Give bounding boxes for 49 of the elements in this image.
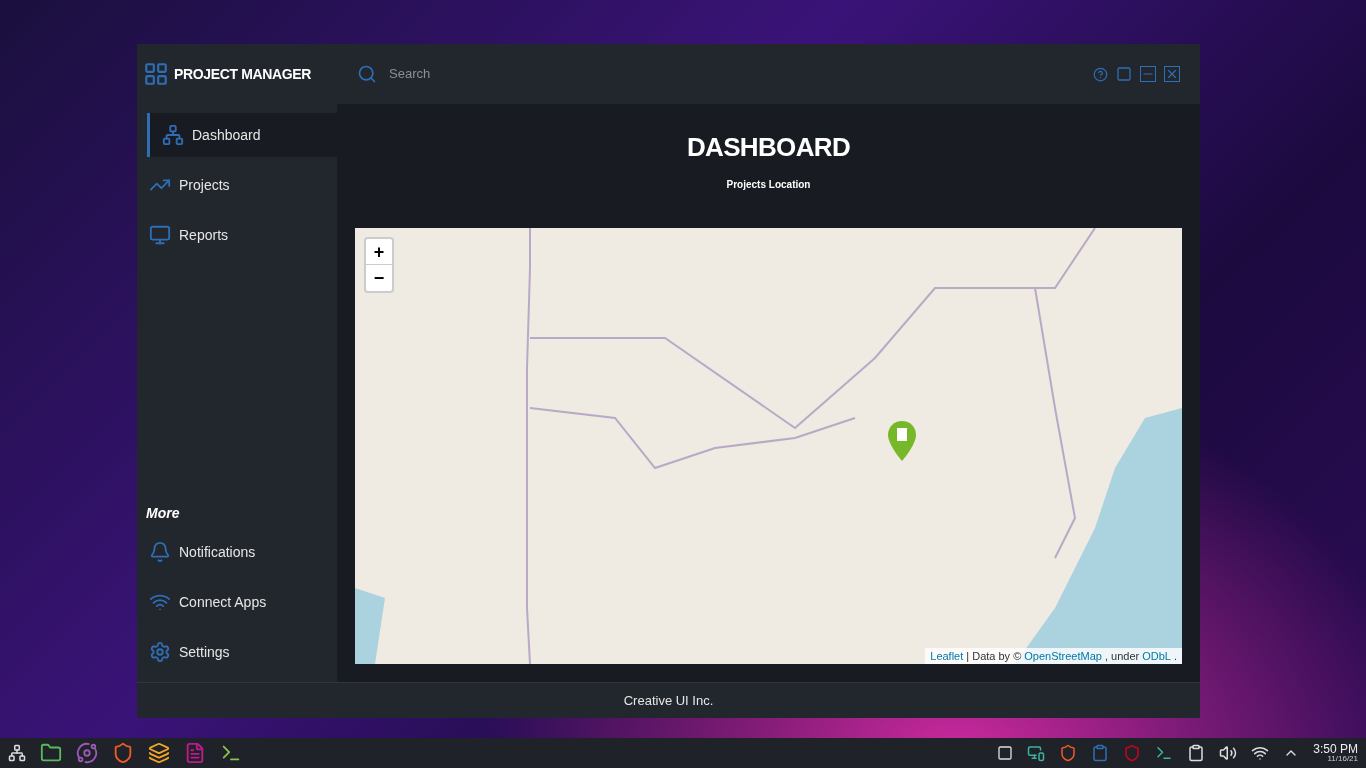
attribution-text: , under bbox=[1104, 648, 1140, 664]
terminal-icon[interactable] bbox=[1155, 744, 1174, 762]
page-title: DASHBOARD bbox=[686, 131, 851, 164]
attribution-link[interactable]: Leaflet bbox=[930, 647, 964, 664]
footer-text: Creative UI Inc. bbox=[623, 691, 714, 710]
attribution-text: . bbox=[1173, 648, 1177, 664]
attribution-text: | Data by © bbox=[966, 648, 1022, 664]
section-heading: More bbox=[145, 504, 181, 523]
zoom-out-button[interactable]: − bbox=[366, 265, 392, 291]
volume-icon[interactable] bbox=[1219, 744, 1238, 762]
clock[interactable]: 3:50 PM 11/16/21 bbox=[1313, 743, 1358, 763]
display-icon[interactable] bbox=[1027, 744, 1046, 762]
wifi-icon[interactable] bbox=[1251, 744, 1270, 762]
search-field[interactable]: Search bbox=[389, 64, 565, 84]
shield-icon[interactable] bbox=[1059, 744, 1078, 762]
document-icon[interactable] bbox=[184, 742, 206, 764]
launcher-icon[interactable] bbox=[8, 744, 26, 762]
bell-icon bbox=[149, 541, 171, 563]
shield-icon[interactable] bbox=[1123, 744, 1142, 762]
map-marker-icon[interactable] bbox=[887, 420, 917, 462]
attribution-link[interactable]: ODbL bbox=[1142, 647, 1171, 664]
logo-icon bbox=[143, 61, 169, 87]
layers-icon[interactable] bbox=[148, 742, 170, 764]
nav-item[interactable]: Projects bbox=[137, 163, 337, 207]
shield-icon[interactable] bbox=[112, 742, 134, 764]
attribution-link[interactable]: OpenStreetMap bbox=[1024, 647, 1102, 664]
close-icon[interactable] bbox=[1164, 66, 1180, 82]
app-title: PROJECT MANAGER bbox=[174, 64, 312, 84]
minimize-icon[interactable] bbox=[1140, 66, 1156, 82]
help-icon[interactable] bbox=[1093, 66, 1108, 82]
clock-time: 3:50 PM bbox=[1313, 743, 1358, 755]
nav-item[interactable]: Reports bbox=[137, 213, 337, 257]
settings-icon bbox=[149, 641, 171, 663]
search-icon bbox=[357, 64, 377, 84]
clock-date: 11/16/21 bbox=[1327, 755, 1358, 763]
nav-item[interactable]: Connect Apps bbox=[137, 580, 337, 624]
nav-item[interactable]: Dashboard bbox=[147, 113, 337, 157]
orbit-icon[interactable] bbox=[76, 742, 98, 764]
zoom-in-button[interactable]: + bbox=[366, 239, 392, 265]
monitor-icon bbox=[149, 224, 171, 246]
nav-item[interactable]: Settings bbox=[137, 630, 337, 674]
page-subtitle: Projects Location bbox=[726, 178, 811, 192]
folder-icon[interactable] bbox=[40, 742, 62, 764]
window-icon[interactable] bbox=[997, 745, 1014, 761]
nav-item[interactable]: Notifications bbox=[137, 530, 337, 574]
network-icon bbox=[162, 124, 184, 146]
clipboard-icon[interactable] bbox=[1091, 744, 1110, 762]
clipboard-icon[interactable] bbox=[1187, 744, 1206, 762]
map[interactable]: + − Leaflet | Data by © OpenStreetMap , under ODbL . bbox=[355, 228, 1182, 664]
